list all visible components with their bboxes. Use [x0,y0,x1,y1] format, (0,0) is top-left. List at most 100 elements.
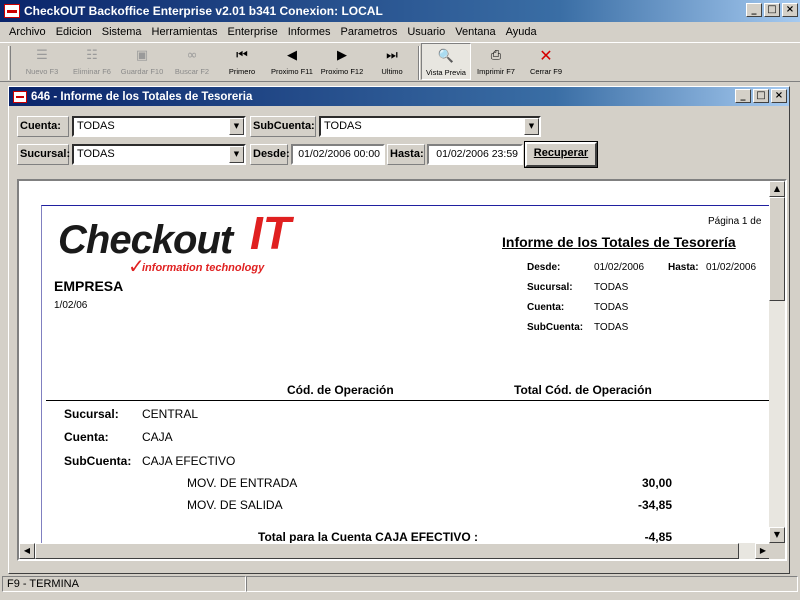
sucursal-label: Sucursal: [17,144,70,165]
menu-ventana[interactable]: Ventana [450,26,500,38]
row-operacion: MOV. DE ENTRADA [187,476,298,490]
header-rule [46,400,782,401]
sucursal-select-value: TODAS [77,148,115,160]
group-subcuenta-label: SubCuenta: [64,454,132,468]
report-window-title-bar[interactable]: 646 - Informe de los Totales de Tesoreri… [9,87,789,106]
cuenta-label: Cuenta: [17,116,69,137]
scroll-down-icon[interactable]: ▼ [769,527,785,543]
print-button[interactable]: ⎙ Imprimir F7 [471,43,521,80]
sucursal-select[interactable]: TODAS ▼ [72,144,246,165]
total-label: Total para la Cuenta CAJA EFECTIVO : [258,530,479,544]
hasta-field[interactable]: 01/02/2006 23:59 [427,144,523,165]
close-button[interactable]: × [782,3,798,17]
menu-bar: Archivo Edicion Sistema Herramientas Ent… [0,22,800,42]
chevron-down-icon[interactable]: ▼ [229,118,244,135]
report-minimize-button[interactable]: _ [735,89,751,103]
report-maximize-button[interactable]: □ [753,89,769,103]
search-button[interactable]: ∞ Buscar F2 [167,43,217,80]
delete-record-icon: ☷ [86,47,98,63]
maximize-button[interactable]: □ [764,3,780,17]
row-total: -34,85 [637,498,672,512]
horizontal-scrollbar[interactable]: ◀ ▶ [19,543,771,559]
previous-label: Proximo F11 [271,67,313,76]
logo-subtitle: information technology [142,262,265,274]
header-desde-value: 01/02/2006 [594,262,645,273]
header-hasta-value: 01/02/2006 [706,262,757,273]
first-button[interactable]: ⏮ Primero [217,43,267,80]
minimize-button[interactable]: _ [746,3,762,17]
header-subcuenta-value: TODAS [594,322,629,333]
last-button[interactable]: ⏭ Ultimo [367,43,417,80]
header-subcuenta-label: SubCuenta: [527,322,584,333]
save-label: Guardar F10 [120,67,164,76]
printer-icon: ⎙ [490,47,502,63]
window-controls: _ □ × [746,3,798,17]
row-total: 30,00 [641,476,672,490]
previous-button[interactable]: ◀ Proximo F11 [267,43,317,80]
first-record-icon: ⏮ [236,47,248,63]
status-bar: F9 - TERMINA [0,576,800,594]
menu-archivo[interactable]: Archivo [4,26,51,38]
new-label: Nuevo F3 [25,67,59,76]
cuenta-select[interactable]: TODAS ▼ [72,116,246,137]
vertical-scroll-thumb[interactable] [769,197,785,301]
toolbar: ☰ Nuevo F3 ☷ Eliminar F6 ▣ Guardar F10 ∞… [0,42,800,82]
report-window: 646 - Informe de los Totales de Tesoreri… [8,86,790,574]
report-title: Informe de los Totales de Tesorería [502,234,736,250]
scroll-up-icon[interactable]: ▲ [769,181,785,197]
logo-it: IT [250,207,291,259]
vertical-scrollbar[interactable]: ▲ ▼ [769,181,785,543]
new-button[interactable]: ☰ Nuevo F3 [17,43,67,80]
preview-icon: 🔍 [437,48,455,64]
scroll-corner [769,543,785,559]
group-cuenta-label: Cuenta: [64,430,109,444]
preview-label: Vista Previa [426,68,466,77]
menu-edicion[interactable]: Edicion [51,26,97,38]
preview-button[interactable]: 🔍 Vista Previa [421,43,471,80]
desde-label: Desde: [250,144,290,165]
menu-parametros[interactable]: Parametros [335,26,402,38]
menu-enterprise[interactable]: Enterprise [223,26,283,38]
close-form-button[interactable]: ✕ Cerrar F9 [521,43,571,80]
scroll-left-icon[interactable]: ◀ [19,543,35,559]
toolbar-separator [418,46,420,80]
next-button[interactable]: ▶ Proximo F12 [317,43,367,80]
recuperar-button[interactable]: Recuperar [524,141,598,168]
menu-ayuda[interactable]: Ayuda [501,26,542,38]
subcuenta-select[interactable]: TODAS ▼ [319,116,541,137]
subcuenta-select-value: TODAS [324,120,362,132]
desde-field[interactable]: 01/02/2006 00:00 [291,144,385,165]
next-label: Proximo F12 [320,67,364,76]
app-icon [4,4,20,18]
recuperar-label: Recuperar [533,147,589,159]
header-hasta-label: Hasta: [668,262,699,273]
status-panel-empty [246,576,798,592]
delete-button[interactable]: ☷ Eliminar F6 [67,43,117,80]
app-title-bar[interactable]: CheckOUT Backoffice Enterprise v2.01 b34… [0,0,800,22]
column-header-total: Total Cód. de Operación [514,383,652,397]
print-label: Imprimir F7 [477,67,515,76]
row-operacion: MOV. DE SALIDA [187,498,283,512]
menu-informes[interactable]: Informes [283,26,336,38]
report-page: Checkout IT ✓ information technology EMP… [41,205,782,545]
save-icon: ▣ [135,47,149,63]
chevron-down-icon[interactable]: ▼ [229,146,244,163]
report-viewer[interactable]: Checkout IT ✓ information technology EMP… [17,179,787,561]
toolbar-grip[interactable] [8,46,11,80]
report-window-title: 646 - Informe de los Totales de Tesoreri… [31,90,253,103]
group-subcuenta-value: CAJA EFECTIVO [142,454,236,468]
menu-herramientas[interactable]: Herramientas [147,26,223,38]
close-form-label: Cerrar F9 [529,67,563,76]
menu-usuario[interactable]: Usuario [402,26,450,38]
chevron-down-icon[interactable]: ▼ [524,118,539,135]
binoculars-icon: ∞ [186,47,198,63]
menu-sistema[interactable]: Sistema [97,26,147,38]
close-icon: ✕ [539,45,553,65]
horizontal-scroll-thumb[interactable] [35,543,739,559]
header-cuenta-label: Cuenta: [527,302,565,313]
search-label: Buscar F2 [174,67,210,76]
report-close-button[interactable]: × [771,89,787,103]
new-record-icon: ☰ [36,47,48,63]
save-button[interactable]: ▣ Guardar F10 [117,43,167,80]
header-cuenta-value: TODAS [594,302,629,313]
